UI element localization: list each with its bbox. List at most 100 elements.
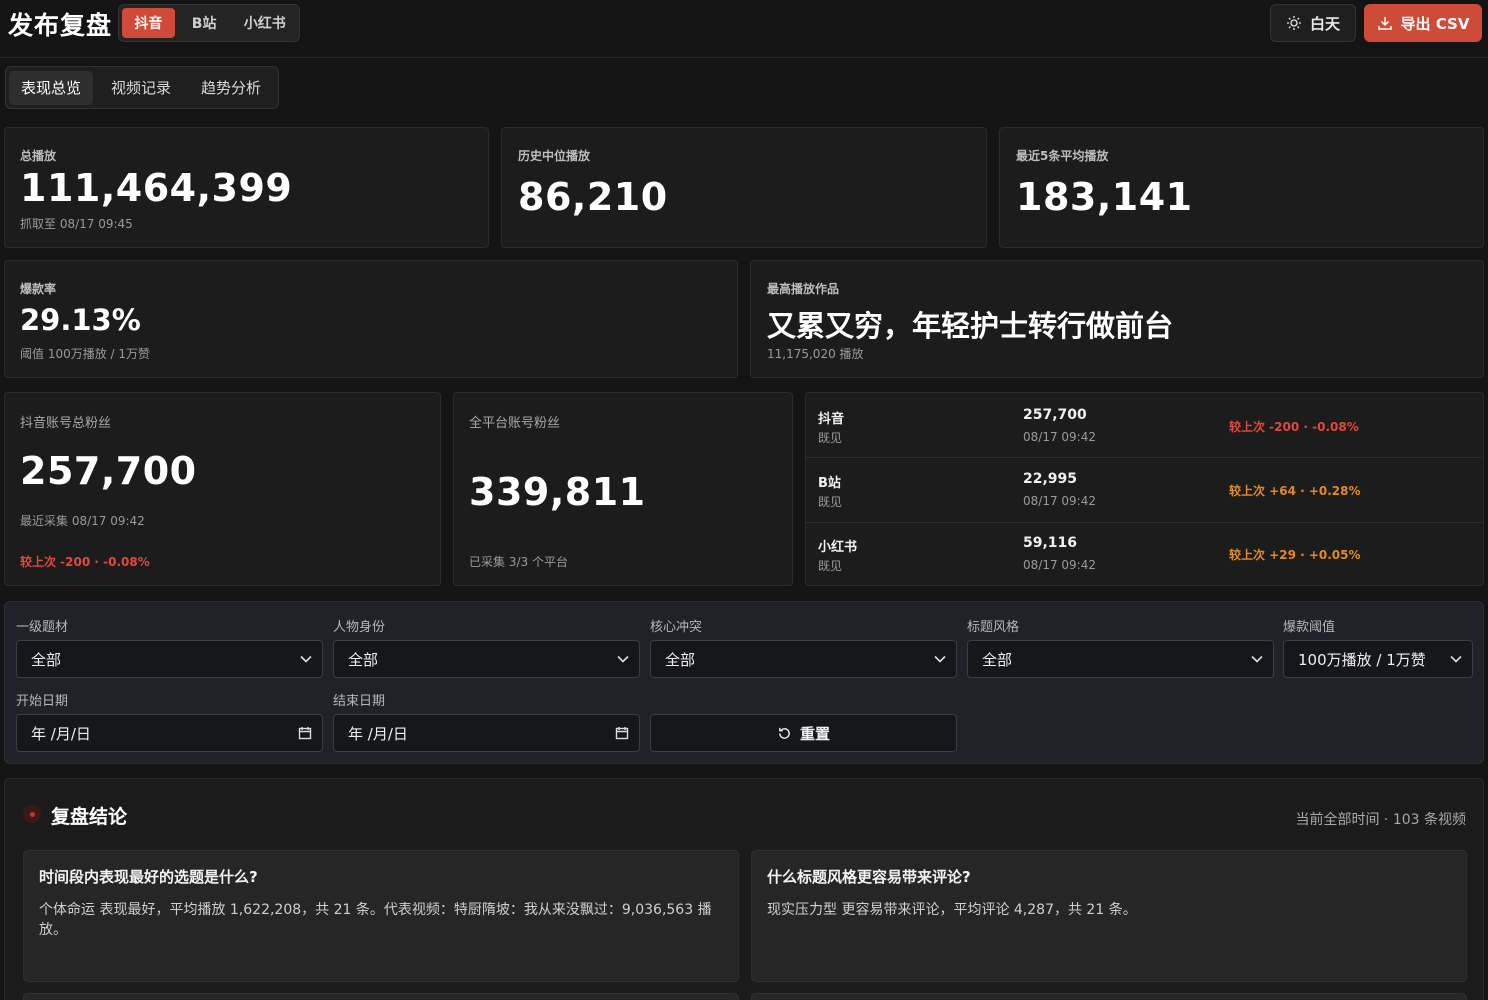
- refresh-icon: [779, 727, 790, 739]
- platform-fans-time: 08/17 09:42: [1023, 494, 1096, 508]
- app-title: 发布复盘: [8, 11, 113, 40]
- review-answer: 现实压力型 更容易带来评论，平均评论 4,287，共 21 条。: [767, 902, 1137, 918]
- conflict-select[interactable]: 全部: [650, 640, 957, 678]
- chevron-down-icon: [934, 655, 946, 663]
- all-fans-value: 339,811: [469, 470, 646, 514]
- platform-fans-time: 08/17 09:42: [1023, 558, 1096, 572]
- topic-filter-label: 一级题材: [16, 620, 69, 635]
- platform-row-douyin: 抖音 既见 257,700 08/17 09:42 较上次 -200 · -0.…: [806, 393, 1483, 458]
- export-button-label: 导出 CSV: [1400, 14, 1470, 33]
- sun-icon: [1286, 16, 1301, 30]
- header-divider: [0, 57, 1488, 58]
- median-plays-value: 86,210: [518, 175, 668, 219]
- recent5-avg-label: 最近5条平均播放: [1016, 149, 1109, 163]
- hit-threshold-filter-label: 爆款阈值: [1283, 620, 1336, 635]
- chevron-down-icon: [300, 655, 312, 663]
- platform-fans-time: 08/17 09:42: [1023, 430, 1096, 444]
- platform-name: B站: [818, 476, 841, 491]
- douyin-fans-label: 抖音账号总粉丝: [20, 416, 112, 431]
- platform-row-xiaohongshu: 小红书 既见 59,116 08/17 09:42 较上次 +29 · +0.0…: [806, 523, 1483, 588]
- pin-icon: [23, 805, 41, 823]
- chevron-down-icon: [1450, 655, 1462, 663]
- all-fans-label: 全平台账号粉丝: [469, 416, 561, 431]
- platform-row-bilibili: B站 既见 22,995 08/17 09:42 较上次 +64 · +0.28…: [806, 458, 1483, 523]
- douyin-fans-delta: 较上次 -200 · -0.08%: [20, 555, 150, 569]
- hit-rate-value: 29.13%: [20, 303, 141, 337]
- tab-bilibili[interactable]: B站: [179, 8, 230, 38]
- platform-fans-value: 257,700: [1023, 407, 1087, 423]
- start-date-value: 年 /月/日: [31, 724, 91, 743]
- end-date-input[interactable]: 年 /月/日: [333, 714, 640, 752]
- total-plays-note: 抓取至 08/17 09:45: [20, 217, 133, 231]
- review-card: 什么标题风格更容易带来评论? 现实压力型 更容易带来评论，平均评论 4,287，…: [751, 850, 1467, 982]
- top-video-note: 11,175,020 播放: [767, 347, 864, 361]
- all-fans-note: 已采集 3/3 个平台: [469, 555, 568, 569]
- review-card-partial: [751, 993, 1467, 1000]
- export-csv-button[interactable]: 导出 CSV: [1364, 4, 1482, 42]
- start-date-input[interactable]: 年 /月/日: [16, 714, 323, 752]
- view-tabs: 表现总览 视频记录 趋势分析: [5, 66, 279, 109]
- identity-filter-label: 人物身份: [333, 620, 386, 635]
- download-icon: [1377, 17, 1392, 30]
- median-plays-card: 历史中位播放 86,210: [501, 127, 987, 248]
- tab-video-records[interactable]: 视频记录: [99, 71, 183, 105]
- title-style-filter-label: 标题风格: [967, 620, 1020, 635]
- review-title: 复盘结论: [51, 806, 128, 828]
- hit-rate-note: 阈值 100万播放 / 1万赞: [20, 347, 151, 361]
- platform-name: 抖音: [818, 412, 845, 427]
- topic-select[interactable]: 全部: [16, 640, 323, 678]
- identity-select[interactable]: 全部: [333, 640, 640, 678]
- start-date-label: 开始日期: [16, 694, 69, 709]
- review-card-partial: [23, 993, 739, 1000]
- platform-account: 既见: [818, 495, 843, 509]
- review-card: 时间段内表现最好的选题是什么? 个体命运 表现最好，平均播放 1,622,208…: [23, 850, 739, 982]
- platform-fans-value: 22,995: [1023, 471, 1078, 487]
- chevron-down-icon: [1251, 655, 1263, 663]
- calendar-icon: [298, 727, 312, 740]
- topic-select-value: 全部: [31, 650, 62, 669]
- hit-rate-label: 爆款率: [20, 282, 57, 296]
- platform-fans-value: 59,116: [1023, 535, 1078, 551]
- review-answer: 个体命运 表现最好，平均播放 1,622,208，共 21 条。代表视频：特厨隋…: [39, 902, 712, 938]
- theme-button-label: 白天: [1309, 14, 1340, 33]
- end-date-value: 年 /月/日: [348, 724, 408, 743]
- calendar-icon: [615, 727, 629, 740]
- recent5-avg-card: 最近5条平均播放 183,141: [999, 127, 1484, 248]
- reset-button[interactable]: 重置: [650, 714, 957, 752]
- review-meta: 当前全部时间 · 103 条视频: [1295, 812, 1466, 828]
- platform-fans-delta: 较上次 +29 · +0.05%: [1229, 548, 1361, 562]
- recent5-avg-value: 183,141: [1016, 175, 1193, 219]
- hit-rate-card: 爆款率 29.13% 阈值 100万播放 / 1万赞: [4, 260, 738, 378]
- platform-fans-delta: 较上次 -200 · -0.08%: [1229, 420, 1359, 434]
- tab-trend-analysis[interactable]: 趋势分析: [189, 71, 273, 105]
- platform-fans-list: 抖音 既见 257,700 08/17 09:42 较上次 -200 · -0.…: [805, 392, 1484, 586]
- chevron-down-icon: [617, 655, 629, 663]
- top-video-label: 最高播放作品: [767, 282, 840, 296]
- tab-xiaohongshu[interactable]: 小红书: [234, 8, 297, 38]
- total-plays-card: 总播放 111,464,399 抓取至 08/17 09:45: [4, 127, 489, 248]
- douyin-fans-value: 257,700: [20, 449, 197, 493]
- tab-overview[interactable]: 表现总览: [9, 70, 94, 105]
- review-question: 什么标题风格更容易带来评论?: [767, 868, 971, 886]
- filter-panel: 一级题材 全部 人物身份 全部 核心冲突 全部 标题风格 全部 爆款阈值 100…: [4, 601, 1484, 764]
- review-panel: 复盘结论 当前全部时间 · 103 条视频 时间段内表现最好的选题是什么? 个体…: [4, 778, 1484, 1000]
- platform-account: 既见: [818, 559, 843, 573]
- identity-select-value: 全部: [348, 650, 379, 669]
- title-style-select-value: 全部: [982, 650, 1013, 669]
- conflict-filter-label: 核心冲突: [650, 620, 703, 635]
- tab-douyin[interactable]: 抖音: [122, 8, 175, 38]
- end-date-label: 结束日期: [333, 694, 386, 709]
- hit-threshold-select-value: 100万播放 / 1万赞: [1298, 650, 1426, 669]
- title-style-select[interactable]: 全部: [967, 640, 1274, 678]
- median-plays-label: 历史中位播放: [518, 149, 591, 163]
- total-plays-label: 总播放: [20, 149, 57, 163]
- platform-name: 小红书: [818, 540, 858, 555]
- hit-threshold-select[interactable]: 100万播放 / 1万赞: [1283, 640, 1473, 678]
- top-video-title[interactable]: 又累又穷，年轻护士转行做前台: [767, 303, 1173, 345]
- douyin-fans-card: 抖音账号总粉丝 257,700 最近采集 08/17 09:42 较上次 -20…: [4, 392, 441, 586]
- theme-toggle-button[interactable]: 白天: [1270, 4, 1356, 42]
- reset-button-label: 重置: [799, 724, 830, 743]
- top-video-card: 最高播放作品 又累又穷，年轻护士转行做前台 11,175,020 播放: [750, 260, 1484, 378]
- total-plays-value: 111,464,399: [20, 166, 293, 210]
- platform-account: 既见: [818, 431, 843, 445]
